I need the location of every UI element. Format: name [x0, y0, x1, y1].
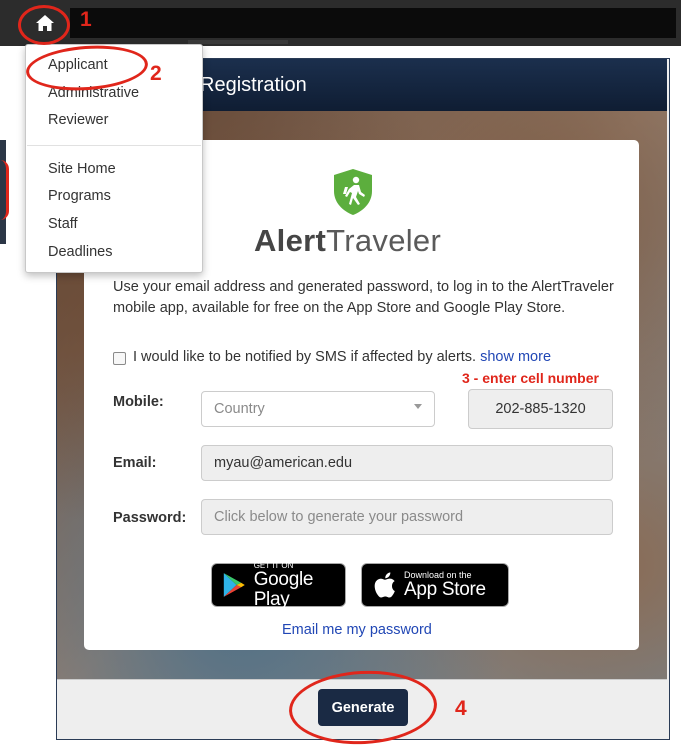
sms-option: I would like to be notified by SMS if af…: [133, 349, 551, 365]
mobile-label: Mobile:: [113, 394, 164, 410]
menu-item-staff[interactable]: Staff: [48, 216, 78, 232]
chevron-down-icon: [414, 404, 422, 409]
google-badge-big-text: Google Play: [253, 568, 314, 610]
country-select-value: Country: [214, 401, 265, 417]
app-store-badge[interactable]: Download on the App Store: [361, 563, 509, 607]
menu-item-site-home[interactable]: Site Home: [48, 161, 116, 177]
shield-hiker-icon: [334, 169, 372, 215]
sms-label: I would like to be notified by SMS if af…: [133, 349, 477, 365]
password-field-placeholder: Click below to generate your password: [214, 509, 464, 525]
brand-name-bold: Alert: [254, 223, 327, 258]
nav-underline: [188, 40, 288, 44]
phone-input[interactable]: 202-885-1320: [468, 389, 613, 429]
menu-item-reviewer[interactable]: Reviewer: [48, 112, 108, 128]
apple-badge-big-text: App Store: [404, 578, 486, 600]
annotation-step-3: 3 - enter cell number: [462, 370, 599, 386]
menu-item-deadlines[interactable]: Deadlines: [48, 244, 113, 260]
apple-icon: [374, 572, 395, 598]
annotation-step-2: 2: [150, 62, 162, 85]
brand-name: AlertTraveler: [254, 223, 441, 259]
email-field[interactable]: myau@american.edu: [201, 445, 613, 481]
menu-divider: [27, 145, 201, 146]
intro-text: Use your email address and generated pas…: [113, 279, 614, 316]
password-label: Password:: [113, 510, 187, 526]
annotation-step-4: 4: [455, 697, 467, 720]
email-label: Email:: [113, 455, 157, 471]
phone-input-value: 202-885-1320: [495, 401, 586, 417]
email-password-link[interactable]: Email me my password: [282, 622, 432, 638]
annotation-ring-fragment: [0, 160, 9, 220]
email-field-value: myau@american.edu: [214, 455, 353, 471]
password-field[interactable]: Click below to generate your password: [201, 499, 613, 535]
brand-name-light: Traveler: [326, 223, 442, 258]
google-play-icon: [223, 573, 245, 597]
menu-item-programs[interactable]: Programs: [48, 188, 111, 204]
sms-checkbox[interactable]: [113, 352, 126, 365]
nav-links-area: [70, 8, 676, 38]
annotation-ring-home: [18, 5, 70, 45]
show-more-link[interactable]: show more: [480, 349, 551, 365]
country-select[interactable]: Country: [201, 391, 435, 427]
annotation-step-1: 1: [80, 8, 92, 31]
google-play-badge[interactable]: GET IT ON Google Play: [211, 561, 346, 610]
panel-title: Registration: [200, 74, 307, 96]
